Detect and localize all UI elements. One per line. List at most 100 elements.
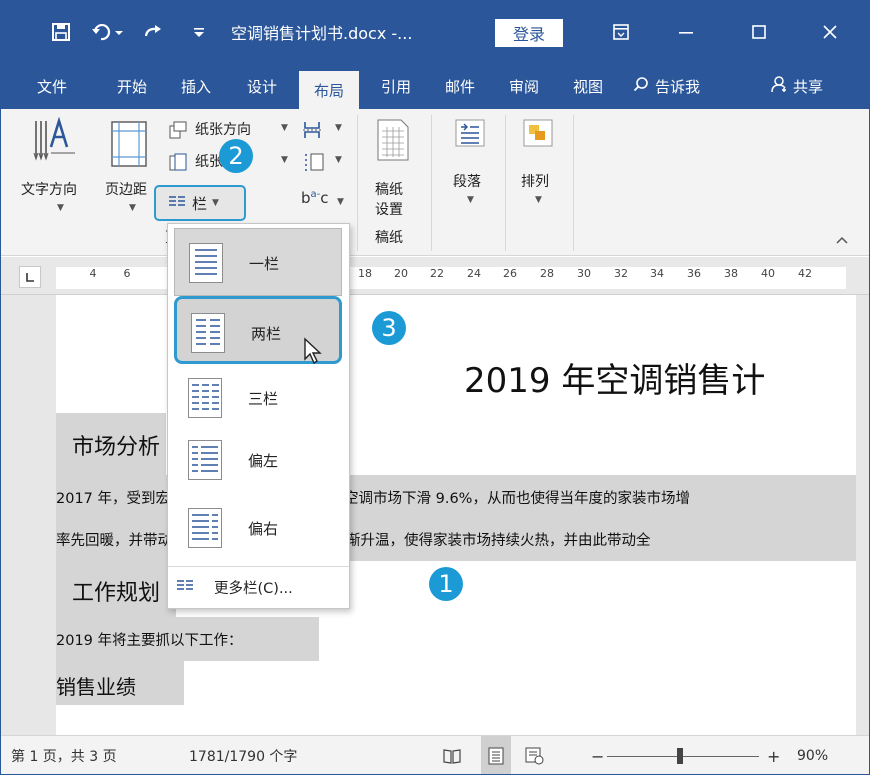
margins-caret-icon: ▼ — [129, 203, 136, 213]
size-icon — [169, 153, 187, 175]
paragraph-line-3: 2019 年将主要抓以下工作： — [56, 629, 243, 650]
ruler-tick: 38 — [719, 267, 743, 280]
left-column-icon — [188, 440, 222, 480]
margins-button[interactable]: 页边距 ▼ — [101, 115, 161, 215]
orientation-icon — [169, 121, 187, 143]
callout-badge-1: 1 — [429, 567, 463, 601]
columns-dropdown: 一栏 两栏 三栏 偏左 偏右 — [167, 223, 350, 609]
callout-badge-2: 2 — [219, 139, 253, 173]
print-layout-icon[interactable] — [481, 736, 511, 775]
breaks-button[interactable]: ▼ — [301, 119, 349, 143]
columns-option-three-label: 三栏 — [248, 364, 278, 432]
columns-option-left-label: 偏左 — [248, 426, 278, 494]
columns-option-two-label: 两栏 — [251, 299, 281, 367]
size-caret-icon: ▼ — [281, 155, 288, 165]
ribbon-separator — [505, 115, 506, 251]
word-count[interactable]: 1781/1790 个字 — [189, 736, 297, 775]
columns-option-one[interactable]: 一栏 — [174, 228, 342, 296]
text-direction-label: 文字方向 — [21, 179, 77, 199]
ruler: 4 6 18 20 22 24 26 28 30 32 34 36 38 40 … — [1, 257, 870, 295]
paragraph-button[interactable]: 段落 ▼ — [443, 115, 501, 215]
tab-design[interactable]: 设计 — [237, 63, 287, 109]
columns-option-two[interactable]: 两栏 — [174, 296, 342, 364]
zoom-out-icon[interactable]: − — [591, 736, 604, 775]
more-columns-icon — [176, 579, 194, 597]
right-column-icon — [188, 508, 222, 548]
columns-option-right[interactable]: 偏右 — [174, 494, 342, 562]
breaks-caret-icon: ▼ — [335, 123, 342, 133]
tab-references[interactable]: 引用 — [371, 63, 421, 109]
columns-option-left[interactable]: 偏左 — [174, 426, 342, 494]
title-bar: 空调销售计划书.docx -... 登录 — [1, 1, 870, 63]
collapse-ribbon-icon[interactable] — [835, 233, 849, 249]
maximize-icon[interactable] — [733, 1, 785, 63]
margins-label: 页边距 — [105, 179, 147, 199]
arrange-button[interactable]: 排列 ▼ — [509, 115, 567, 215]
columns-button[interactable]: 栏 ▼ — [154, 185, 246, 221]
heading-sales-performance: 销售业绩 — [56, 671, 136, 700]
undo-icon[interactable] — [85, 1, 131, 63]
document-area[interactable]: 2019 年空调销售计 市场分析 2017 年，受到宏观经济低迷影响，我国家用空… — [1, 295, 870, 735]
share-icon — [771, 75, 789, 97]
ruler-tick: 24 — [462, 267, 486, 280]
tab-view[interactable]: 视图 — [563, 63, 613, 109]
save-icon[interactable] — [41, 1, 81, 63]
heading-work-plan: 工作规划 — [72, 575, 160, 607]
ruler-tick: 22 — [425, 267, 449, 280]
ribbon-display-icon[interactable] — [599, 1, 643, 63]
ribbon-layout: 文字方向 ▼ 页边距 ▼ 纸张方向 ▼ 纸张大小 ▼ — [1, 109, 870, 256]
zoom-level[interactable]: 90% — [797, 736, 828, 775]
text-direction-button[interactable]: 文字方向 ▼ — [15, 115, 103, 215]
draft-paper-label-line1: 稿纸 — [375, 179, 403, 199]
paragraph-line-2: 率先回暖，并带动整个家电市场的整体市场逐渐升温，使得家装市场持续火热，并由此带动… — [56, 529, 651, 550]
menu-divider — [168, 566, 349, 567]
ruler-tick: 28 — [535, 267, 559, 280]
share-label: 共享 — [793, 76, 823, 97]
ruler-tick: 20 — [389, 267, 413, 280]
draft-paper-button[interactable]: 稿纸 设置 — [365, 115, 421, 221]
web-layout-icon[interactable] — [525, 736, 545, 775]
zoom-in-icon[interactable]: + — [767, 736, 780, 775]
columns-option-three[interactable]: 三栏 — [174, 364, 342, 432]
tell-me-label: 告诉我 — [655, 76, 700, 97]
tab-selector[interactable] — [19, 266, 41, 288]
login-button[interactable]: 登录 — [495, 19, 563, 47]
text-direction-icon — [33, 117, 79, 171]
hyphenation-button[interactable]: ba-c ▼ — [301, 189, 349, 217]
redo-icon[interactable] — [135, 1, 171, 63]
close-icon[interactable] — [805, 1, 855, 63]
zoom-slider-track[interactable] — [607, 756, 759, 757]
orientation-label: 纸张方向 — [195, 119, 251, 139]
line-numbers-caret-icon: ▼ — [335, 155, 342, 165]
more-columns-item[interactable]: 更多栏(C)... — [174, 570, 342, 604]
share-button[interactable]: 共享 — [757, 63, 837, 109]
columns-option-one-label: 一栏 — [249, 229, 279, 297]
ruler-tick: 6 — [115, 267, 139, 280]
tab-home[interactable]: 开始 — [107, 63, 157, 109]
columns-option-right-label: 偏右 — [248, 494, 278, 562]
tab-file[interactable]: 文件 — [27, 63, 77, 109]
draft-paper-label-line2: 设置 — [375, 199, 403, 219]
ruler-tick: 18 — [353, 267, 377, 280]
document-title: 空调销售计划书.docx -... — [231, 1, 461, 63]
draft-paper-icon — [377, 119, 409, 165]
read-mode-icon[interactable] — [443, 736, 461, 775]
ribbon-separator — [357, 115, 358, 251]
tab-layout[interactable]: 布局 — [299, 71, 359, 109]
ruler-tick: 34 — [645, 267, 669, 280]
columns-label: 栏 — [192, 193, 207, 214]
ribbon-separator — [573, 115, 574, 251]
heading-market-analysis: 市场分析 — [72, 429, 160, 461]
zoom-slider-thumb[interactable] — [677, 748, 683, 764]
hyphenation-caret-icon: ▼ — [337, 197, 344, 207]
tab-mailings[interactable]: 邮件 — [435, 63, 485, 109]
paragraph-caret-icon: ▼ — [467, 195, 474, 205]
minimize-icon[interactable] — [661, 1, 711, 63]
tab-review[interactable]: 审阅 — [499, 63, 549, 109]
tell-me-box[interactable]: 告诉我 — [633, 63, 733, 109]
customize-icon[interactable] — [187, 1, 211, 63]
page-count[interactable]: 第 1 页，共 3 页 — [11, 736, 117, 775]
tab-insert[interactable]: 插入 — [171, 63, 221, 109]
columns-caret-icon: ▼ — [212, 198, 219, 208]
line-numbers-button[interactable]: ▼ — [301, 151, 349, 175]
